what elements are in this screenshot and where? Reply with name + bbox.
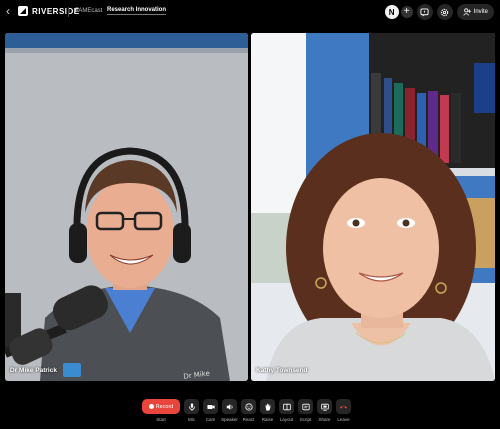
hand-icon [265, 403, 271, 411]
top-bar: ‹ RIVERSIDE FAMEcast Research Innovation… [0, 0, 500, 24]
brand-name: RIVERSIDE [32, 6, 80, 16]
react-button[interactable] [241, 399, 256, 414]
layout-control: Layout [279, 399, 294, 422]
share-label: Share [318, 417, 331, 422]
invite-button[interactable]: Invite [456, 4, 494, 20]
settings-button[interactable] [436, 4, 453, 20]
layout-icon [282, 403, 291, 410]
invite-label: Invite [473, 9, 488, 15]
leave-button[interactable] [336, 399, 351, 414]
raise-hand-button[interactable] [260, 399, 275, 414]
record-dot-icon [148, 404, 154, 409]
back-chevron-icon[interactable]: ‹ [6, 4, 10, 18]
chat-icon [420, 7, 429, 17]
video-tile-host[interactable]: Dr Mike Dr Mike Patrick [5, 33, 248, 381]
video-tile-guest[interactable]: Kathy Townsend [251, 33, 495, 381]
start-label: Start [156, 417, 166, 422]
avatar[interactable]: N [384, 5, 399, 19]
record-label: Record [155, 403, 174, 410]
chat-button[interactable] [416, 4, 433, 20]
raise-control: Raise [260, 399, 275, 422]
react-control: React [241, 399, 256, 422]
camera-icon [206, 404, 215, 409]
share-icon [320, 403, 329, 411]
add-user-icon [462, 8, 471, 16]
leave-label: Leave [337, 417, 350, 422]
gear-icon [440, 8, 449, 16]
speaker-icon [226, 403, 233, 410]
camera-label: Cam [205, 417, 216, 422]
layout-button[interactable] [279, 399, 294, 414]
header-actions: N + Invite [384, 4, 494, 20]
riverside-logo-icon [18, 6, 28, 16]
call-toolbar: Record Start Mic Cam Speaker React Raise [142, 399, 351, 422]
participant-name: Dr Mike Patrick [10, 367, 57, 374]
show-name[interactable]: FAMEcast [75, 8, 102, 14]
raise-label: Raise [261, 417, 274, 422]
camera-button[interactable] [203, 399, 218, 414]
guest-video-feed [251, 33, 495, 381]
leave-icon [339, 405, 348, 409]
header-divider [68, 7, 69, 17]
speaker-control: Speaker [221, 399, 238, 422]
share-control: Share [317, 399, 332, 422]
share-button[interactable] [317, 399, 332, 414]
script-icon [301, 403, 310, 410]
mic-control: Mic [184, 399, 199, 422]
riverside-logo: RIVERSIDE [18, 6, 80, 16]
mic-button[interactable] [184, 399, 199, 414]
script-button[interactable] [298, 399, 313, 414]
host-video-feed: Dr Mike [5, 33, 248, 381]
add-participant-button[interactable]: + [400, 6, 413, 18]
script-control: Script [298, 399, 313, 422]
leave-control: Leave [336, 399, 351, 422]
record-control: Record Start [142, 399, 180, 422]
layout-label: Layout [279, 417, 294, 422]
mic-label: Mic [188, 417, 195, 422]
script-label: Script [299, 417, 312, 422]
react-label: React [242, 417, 255, 422]
mic-icon [188, 402, 195, 411]
episode-title[interactable]: Research Innovation [107, 7, 167, 15]
record-button[interactable]: Record [142, 399, 180, 414]
speaker-button[interactable] [222, 399, 237, 414]
participant-name: Kathy Townsend [256, 367, 308, 374]
react-icon [244, 402, 253, 411]
camera-control: Cam [203, 399, 218, 422]
speaker-label: Speaker [221, 417, 238, 422]
